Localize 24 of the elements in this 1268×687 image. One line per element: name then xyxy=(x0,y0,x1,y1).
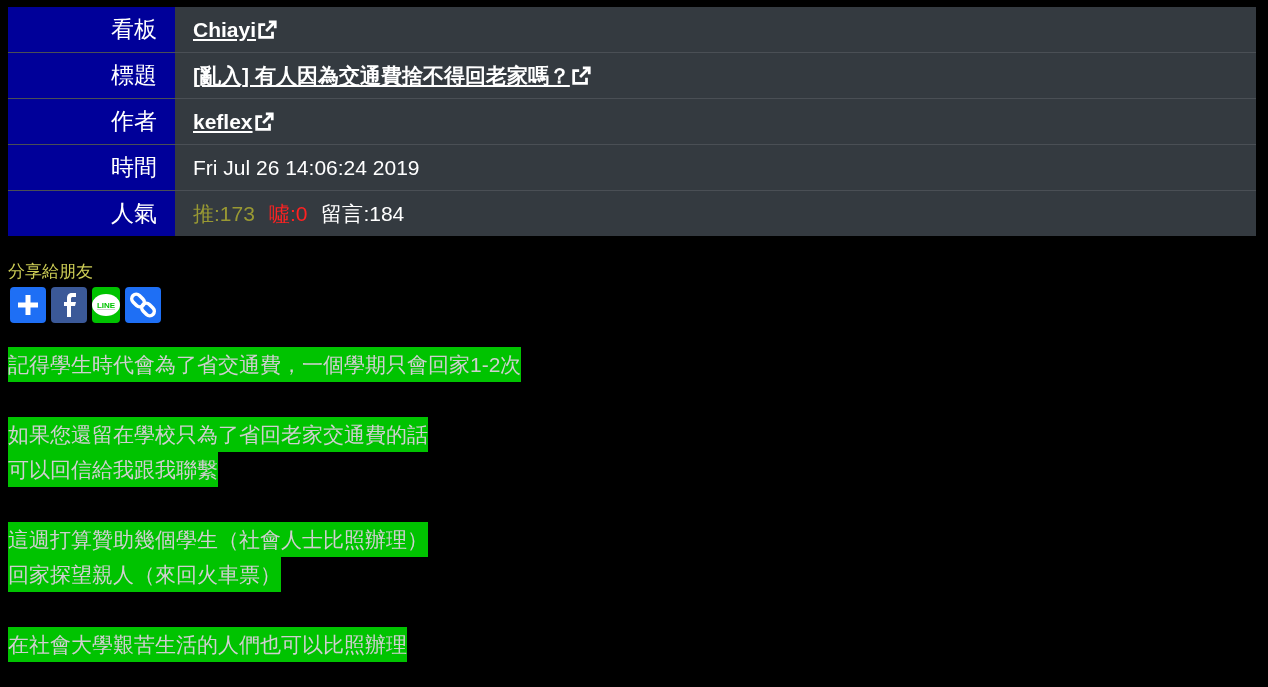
share-label: 分享給朋友 xyxy=(8,262,93,282)
value-link[interactable]: keflex xyxy=(193,109,275,134)
external-link-icon xyxy=(252,110,275,133)
post-text: 在社會大學艱苦生活的人們也可以比照辦理 xyxy=(8,627,407,662)
post-text: 回家探望親人（來回火車票） xyxy=(8,557,281,592)
facebook-icon[interactable] xyxy=(51,287,87,323)
external-link-icon xyxy=(569,64,592,87)
external-link-icon xyxy=(256,18,279,41)
comment-count: 留言:184 xyxy=(321,200,405,227)
value-text: Fri Jul 26 14:06:24 2019 xyxy=(193,155,420,180)
field-label: 作者 xyxy=(8,99,175,144)
value-link[interactable]: Chiayi xyxy=(193,17,279,42)
field-label: 人氣 xyxy=(8,191,175,236)
push-count: 推:173 xyxy=(193,200,255,227)
field-label: 時間 xyxy=(8,145,175,190)
post-text: 記得學生時代會為了省交通費，一個學期只會回家1-2次 xyxy=(8,347,522,382)
field-label: 看板 xyxy=(8,7,175,52)
chain-link-icon[interactable] xyxy=(125,287,161,323)
post-text: 這週打算贊助幾個學生（社會人士比照辦理） xyxy=(8,522,428,557)
plus-icon[interactable] xyxy=(10,287,46,323)
field-label: 標題 xyxy=(8,53,175,98)
boo-count: 噓:0 xyxy=(268,200,308,227)
post-text: 如果您還留在學校只為了省回老家交通費的話 xyxy=(8,417,428,452)
post-text: 可以回信給我跟我聯繫 xyxy=(8,452,218,487)
